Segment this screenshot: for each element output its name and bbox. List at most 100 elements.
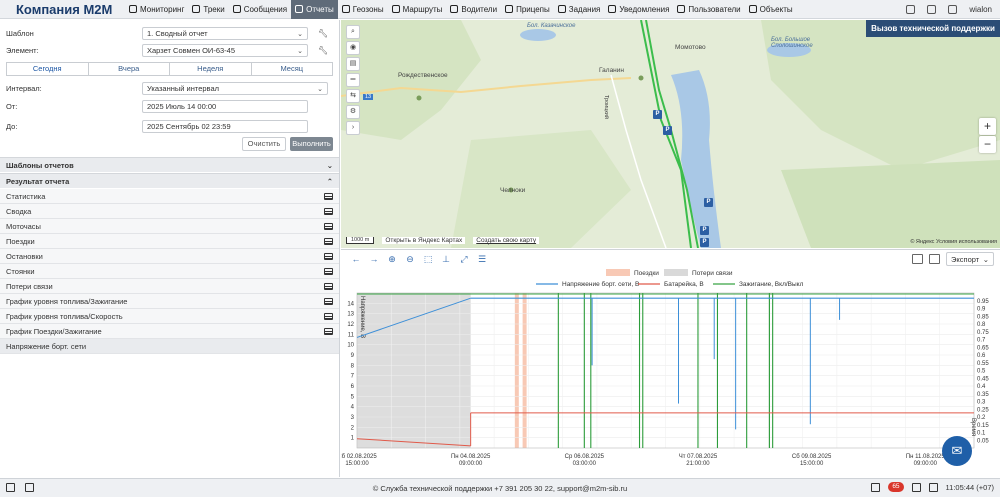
from-label: От:	[6, 102, 18, 111]
table-icon[interactable]	[324, 312, 333, 320]
create-map-link[interactable]: Создать свою карту	[473, 237, 540, 244]
result-item[interactable]: График уровня топлива/Скорость	[0, 309, 339, 324]
notifications-icon	[608, 5, 617, 13]
run-button[interactable]: Выполнить	[290, 137, 333, 151]
parking-marker[interactable]: P	[663, 126, 672, 135]
nav-item[interactable]: Геозоны	[338, 0, 388, 19]
route-tool-icon[interactable]: ⇆	[346, 89, 360, 103]
nav-item[interactable]: Мониторинг	[125, 0, 188, 19]
table-icon[interactable]	[324, 297, 333, 305]
settings-icon[interactable]	[927, 5, 937, 14]
templates-section-header[interactable]: Шаблоны отчетов ⌄	[0, 157, 339, 172]
nav-item[interactable]: Маршруты	[388, 0, 447, 19]
list-icon[interactable]	[928, 482, 938, 492]
list-icon[interactable]: ☰	[477, 254, 487, 264]
nav-item[interactable]: Прицепы	[501, 0, 554, 19]
result-item[interactable]: Статистика	[0, 189, 339, 204]
wrench-icon[interactable]: 🔧︎	[318, 29, 328, 38]
y-tick-label: 8	[351, 363, 355, 369]
from-date-input[interactable]: 2025 Июль 14 00:00	[142, 100, 308, 113]
table-icon[interactable]	[324, 282, 333, 290]
chat-icon[interactable]	[911, 482, 921, 492]
parking-marker[interactable]: P	[704, 198, 713, 207]
chat-button[interactable]: ✉︎	[942, 436, 972, 466]
result-item[interactable]: Стоянки	[0, 264, 339, 279]
nav-item[interactable]: Уведомления	[604, 0, 673, 19]
zoom-out-button[interactable]: −	[979, 136, 996, 153]
table-icon[interactable]	[324, 207, 333, 215]
clear-button[interactable]: Очистить	[242, 137, 286, 151]
table-icon[interactable]	[324, 327, 333, 335]
user-name[interactable]: wialon	[969, 5, 992, 14]
parking-marker[interactable]: P	[700, 238, 709, 247]
chevron-right-icon[interactable]: ›	[346, 121, 360, 135]
search-icon[interactable]: ⌕	[346, 25, 360, 39]
result-item[interactable]: Остановки	[0, 249, 339, 264]
table-icon[interactable]	[324, 267, 333, 275]
settings-icon[interactable]: ⚙︎	[346, 105, 360, 119]
table-icon[interactable]	[324, 237, 333, 245]
nav-item[interactable]: Пользователи	[673, 0, 744, 19]
axis-icon[interactable]: ⊥	[441, 254, 451, 264]
voltage-chart[interactable]: Поездки Потери связи Напряжение борт. сети…	[341, 266, 1000, 478]
result-item[interactable]: Напряжение борт. сети	[0, 339, 339, 354]
map[interactable]: ⌕ ◉ ▤ ═ ⇆ ⚙︎ › Вызов технической поддерж…	[341, 20, 1000, 248]
result-item[interactable]: Потери связи	[0, 279, 339, 294]
y2-tick-label: 0.8	[977, 322, 986, 328]
arrow-left-icon[interactable]: ←	[351, 254, 361, 264]
y-tick-label: 1	[351, 436, 355, 442]
zoom-in-button[interactable]: +	[979, 118, 996, 135]
result-item[interactable]: График уровня топлива/Зажигание	[0, 294, 339, 309]
tab-today[interactable]: Сегодня	[7, 63, 89, 75]
download-icon[interactable]	[912, 254, 923, 264]
arrow-right-icon[interactable]: →	[369, 254, 379, 264]
select-area-icon[interactable]: ⬚	[423, 254, 433, 264]
template-select[interactable]: 1. Сводный отчет ⌄	[142, 27, 308, 40]
grid-icon[interactable]	[906, 5, 916, 14]
y2-tick-label: 0.75	[977, 330, 989, 336]
support-button[interactable]: Вызов технической поддержки	[866, 20, 1000, 37]
nav-item[interactable]: Треки	[188, 0, 228, 19]
table-icon[interactable]	[324, 192, 333, 200]
result-item[interactable]: Моточасы	[0, 219, 339, 234]
zoom-out-icon[interactable]: ⊖	[405, 254, 415, 264]
layers-icon[interactable]: ▤	[346, 57, 360, 71]
nav-item[interactable]: Отчеты	[291, 0, 338, 19]
print-icon[interactable]	[929, 254, 940, 264]
result-item[interactable]: График Поездки/Зажигание	[0, 324, 339, 339]
table-icon[interactable]	[324, 252, 333, 260]
notification-badge[interactable]: 65	[888, 482, 904, 492]
apps-icon[interactable]	[25, 483, 34, 492]
result-item[interactable]: Сводка	[0, 204, 339, 219]
nav-item[interactable]: Объекты	[745, 0, 797, 19]
app-logo[interactable]: Компания М2М	[0, 2, 125, 17]
open-in-yandex-link[interactable]: Открыть в Яндекс Картах	[382, 237, 466, 244]
map-copyright[interactable]: © Яндекс Условия использования	[910, 239, 997, 245]
parking-marker[interactable]: P	[653, 110, 662, 119]
nav-item[interactable]: Сообщения	[229, 0, 291, 19]
main-nav: Мониторинг Треки Сообщения Отчеты Геозоны Мар…	[125, 0, 797, 19]
zoom-in-icon[interactable]: ⊕	[387, 254, 397, 264]
user-icon[interactable]	[948, 5, 958, 14]
nav-item[interactable]: Водители	[446, 0, 501, 19]
export-select[interactable]: Экспорт ⌄	[946, 252, 994, 266]
table-icon[interactable]	[324, 222, 333, 230]
wrench-icon[interactable]: 🔧︎	[318, 46, 328, 55]
tab-week[interactable]: Неделя	[170, 63, 252, 75]
clock: 11:05:44 (+07)	[945, 482, 994, 492]
fit-icon[interactable]: ⤢	[459, 254, 469, 264]
result-section-header[interactable]: Результат отчета ⌃	[0, 173, 339, 188]
interval-select[interactable]: Указанный интервал ⌄	[142, 82, 328, 95]
to-date-input[interactable]: 2025 Сентябрь 02 23:59	[142, 120, 308, 133]
tab-month[interactable]: Месяц	[252, 63, 333, 75]
tab-yesterday[interactable]: Вчера	[89, 63, 170, 75]
eye-icon[interactable]: ◉	[346, 41, 360, 55]
layout-icon[interactable]	[6, 483, 15, 492]
element-select[interactable]: Харзет Совмен ОИ-63-45 ⌄	[142, 44, 308, 57]
monitor-icon[interactable]	[871, 482, 881, 492]
chat-icon: ✉︎	[951, 443, 963, 458]
result-item[interactable]: Поездки	[0, 234, 339, 249]
nav-item[interactable]: Задания	[554, 0, 605, 19]
ruler-icon[interactable]: ═	[346, 73, 360, 87]
parking-marker[interactable]: P	[700, 226, 709, 235]
